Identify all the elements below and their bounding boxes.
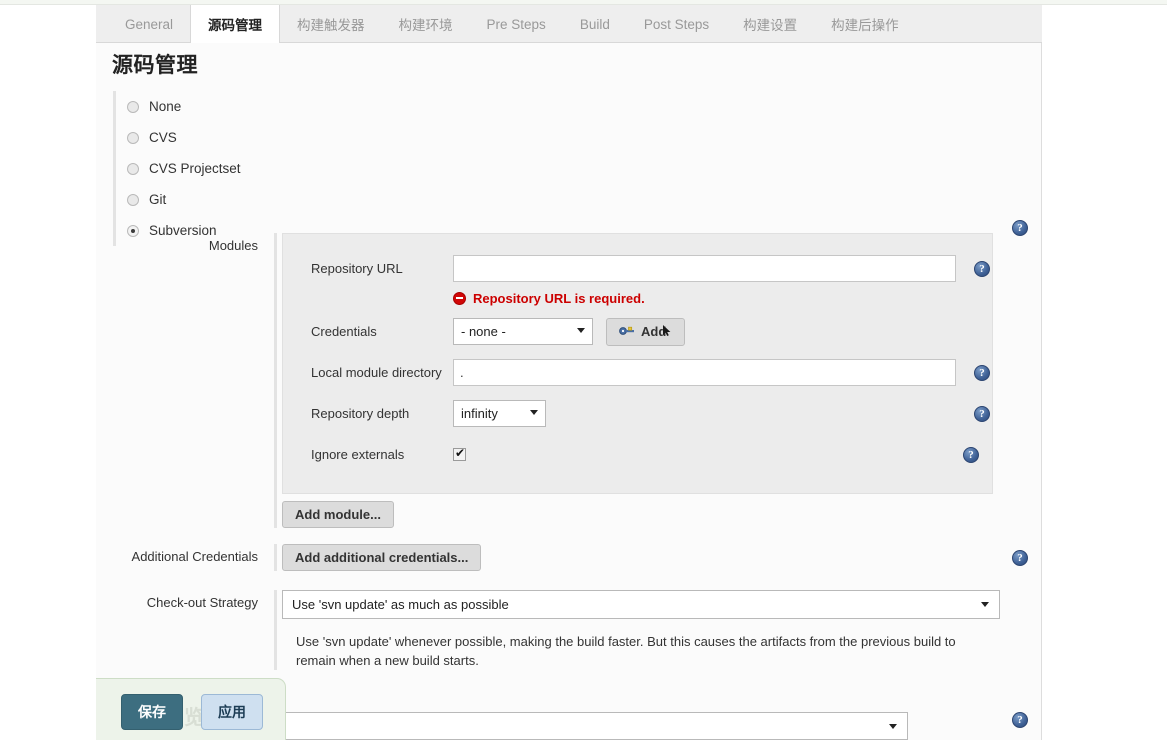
tab-label: 源码管理 [208, 14, 262, 34]
help-icon-bottom-select[interactable]: ? [1012, 712, 1028, 728]
credentials-select[interactable]: - none - [453, 318, 593, 345]
local-module-directory-row: Local module directory ? [283, 352, 992, 393]
credentials-selected-value: - none - [461, 324, 506, 339]
jenkins-job-config-page: General 源码管理 构建触发器 构建环境 Pre Steps Build … [0, 0, 1167, 740]
save-bar: 览 保存 应用 [96, 678, 286, 740]
help-icon-repository-url[interactable]: ? [974, 261, 990, 277]
help-icon-repository-depth[interactable]: ? [974, 406, 990, 422]
additional-credentials-body: Add additional credentials... [274, 544, 1025, 571]
modules-label: Modules [113, 233, 274, 528]
tab-label: 构建后操作 [831, 14, 899, 34]
radio-icon[interactable] [127, 194, 139, 206]
add-credentials-button[interactable]: Add [606, 318, 685, 346]
checkout-strategy-select[interactable]: Use 'svn update' as much as possible [282, 590, 1000, 619]
checkout-strategy-value: Use 'svn update' as much as possible [292, 597, 509, 612]
radio-icon[interactable] [127, 132, 139, 144]
tab-post-steps[interactable]: Post Steps [627, 5, 726, 43]
error-message: Repository URL is required. [473, 291, 645, 306]
ignore-externals-row: Ignore externals ? [283, 434, 992, 475]
radio-icon[interactable] [127, 163, 139, 175]
scm-option-label: Git [149, 192, 166, 207]
chevron-down-icon [889, 724, 897, 729]
checkout-strategy-row: Check-out Strategy Use 'svn update' as m… [113, 590, 1025, 670]
repository-url-error: Repository URL is required. [283, 287, 992, 309]
tab-build-environment[interactable]: 构建环境 [382, 5, 470, 43]
modules-body: Repository URL ? Repository URL is requi… [274, 233, 1025, 528]
additional-credentials-row: Additional Credentials Add additional cr… [113, 544, 1025, 571]
apply-button[interactable]: 应用 [201, 694, 263, 730]
tab-general[interactable]: General [108, 5, 190, 43]
scm-option-cvs-projectset[interactable]: CVS Projectset [127, 153, 413, 184]
tab-pre-steps[interactable]: Pre Steps [470, 5, 563, 43]
checkout-strategy-label: Check-out Strategy [113, 590, 274, 670]
credentials-label: Credentials [311, 324, 453, 339]
tab-label: 构建环境 [399, 14, 453, 34]
ignore-externals-checkbox[interactable] [453, 448, 466, 461]
tab-scm[interactable]: 源码管理 [190, 5, 280, 44]
help-icon-additional-credentials[interactable]: ? [1012, 550, 1028, 566]
repository-url-label: Repository URL [311, 261, 453, 276]
add-additional-credentials-button[interactable]: Add additional credentials... [282, 544, 481, 571]
local-module-directory-label: Local module directory [311, 365, 453, 380]
help-icon-ignore-externals[interactable]: ? [963, 447, 979, 463]
subversion-config: Modules Repository URL ? Repository URL … [113, 233, 1025, 670]
repository-depth-select[interactable]: infinity [453, 400, 546, 427]
add-additional-credentials-label: Add additional credentials... [295, 551, 468, 564]
checkout-strategy-body: Use 'svn update' as much as possible Use… [274, 590, 1025, 670]
tab-build[interactable]: Build [563, 5, 627, 43]
help-icon-local-module-directory[interactable]: ? [974, 365, 990, 381]
modules-row: Modules Repository URL ? Repository URL … [113, 233, 1025, 528]
scm-option-cvs[interactable]: CVS [127, 122, 413, 153]
repository-depth-row: Repository depth infinity ? [283, 393, 992, 434]
scm-option-label: None [149, 99, 181, 114]
module-panel: Repository URL ? Repository URL is requi… [282, 233, 993, 494]
config-tabbar: General 源码管理 构建触发器 构建环境 Pre Steps Build … [96, 5, 1042, 43]
tab-label: Pre Steps [487, 17, 546, 32]
tab-label: Post Steps [644, 17, 709, 32]
repository-url-input[interactable] [453, 255, 956, 282]
scm-radio-group: None CVS CVS Projectset Git Subversion [113, 91, 413, 246]
tab-label: 构建触发器 [297, 14, 365, 34]
add-module-button[interactable]: Add module... [282, 501, 394, 528]
credentials-row: Credentials - none - [283, 311, 992, 352]
repository-depth-value: infinity [461, 406, 498, 421]
repository-depth-label: Repository depth [311, 406, 453, 421]
chevron-down-icon [981, 602, 989, 607]
tab-label: Build [580, 17, 610, 32]
tab-build-triggers[interactable]: 构建触发器 [280, 5, 382, 43]
add-module-label: Add module... [295, 508, 381, 521]
key-icon [619, 325, 635, 338]
radio-icon[interactable] [127, 101, 139, 113]
error-icon [453, 292, 466, 305]
additional-credentials-label: Additional Credentials [113, 544, 274, 571]
tab-build-settings[interactable]: 构建设置 [726, 5, 814, 43]
save-button[interactable]: 保存 [121, 694, 183, 730]
tab-list: General 源码管理 构建触发器 构建环境 Pre Steps Build … [96, 5, 1042, 43]
apply-button-label: 应用 [218, 702, 246, 722]
chevron-down-icon [530, 410, 538, 415]
scm-option-git[interactable]: Git [127, 184, 413, 215]
scm-option-none[interactable]: None [127, 91, 413, 122]
tab-post-build-actions[interactable]: 构建后操作 [814, 5, 916, 43]
scm-option-label: CVS [149, 130, 177, 145]
save-button-label: 保存 [138, 702, 166, 722]
checkout-strategy-description: Use 'svn update' whenever possible, maki… [282, 624, 988, 670]
cursor-arrow-icon [663, 325, 672, 339]
local-module-directory-input[interactable] [453, 359, 956, 386]
repository-url-row: Repository URL ? [283, 248, 992, 289]
bottom-select[interactable]: (自动) [190, 712, 908, 740]
scm-option-label: CVS Projectset [149, 161, 241, 176]
chevron-down-icon [577, 328, 585, 333]
tab-label: 构建设置 [743, 14, 797, 34]
page-title: 源码管理 [112, 49, 198, 79]
ignore-externals-label: Ignore externals [311, 447, 453, 462]
config-content: 源码管理 None CVS CVS Projectset Git Subvers… [96, 43, 1042, 740]
tab-label: General [125, 17, 173, 32]
